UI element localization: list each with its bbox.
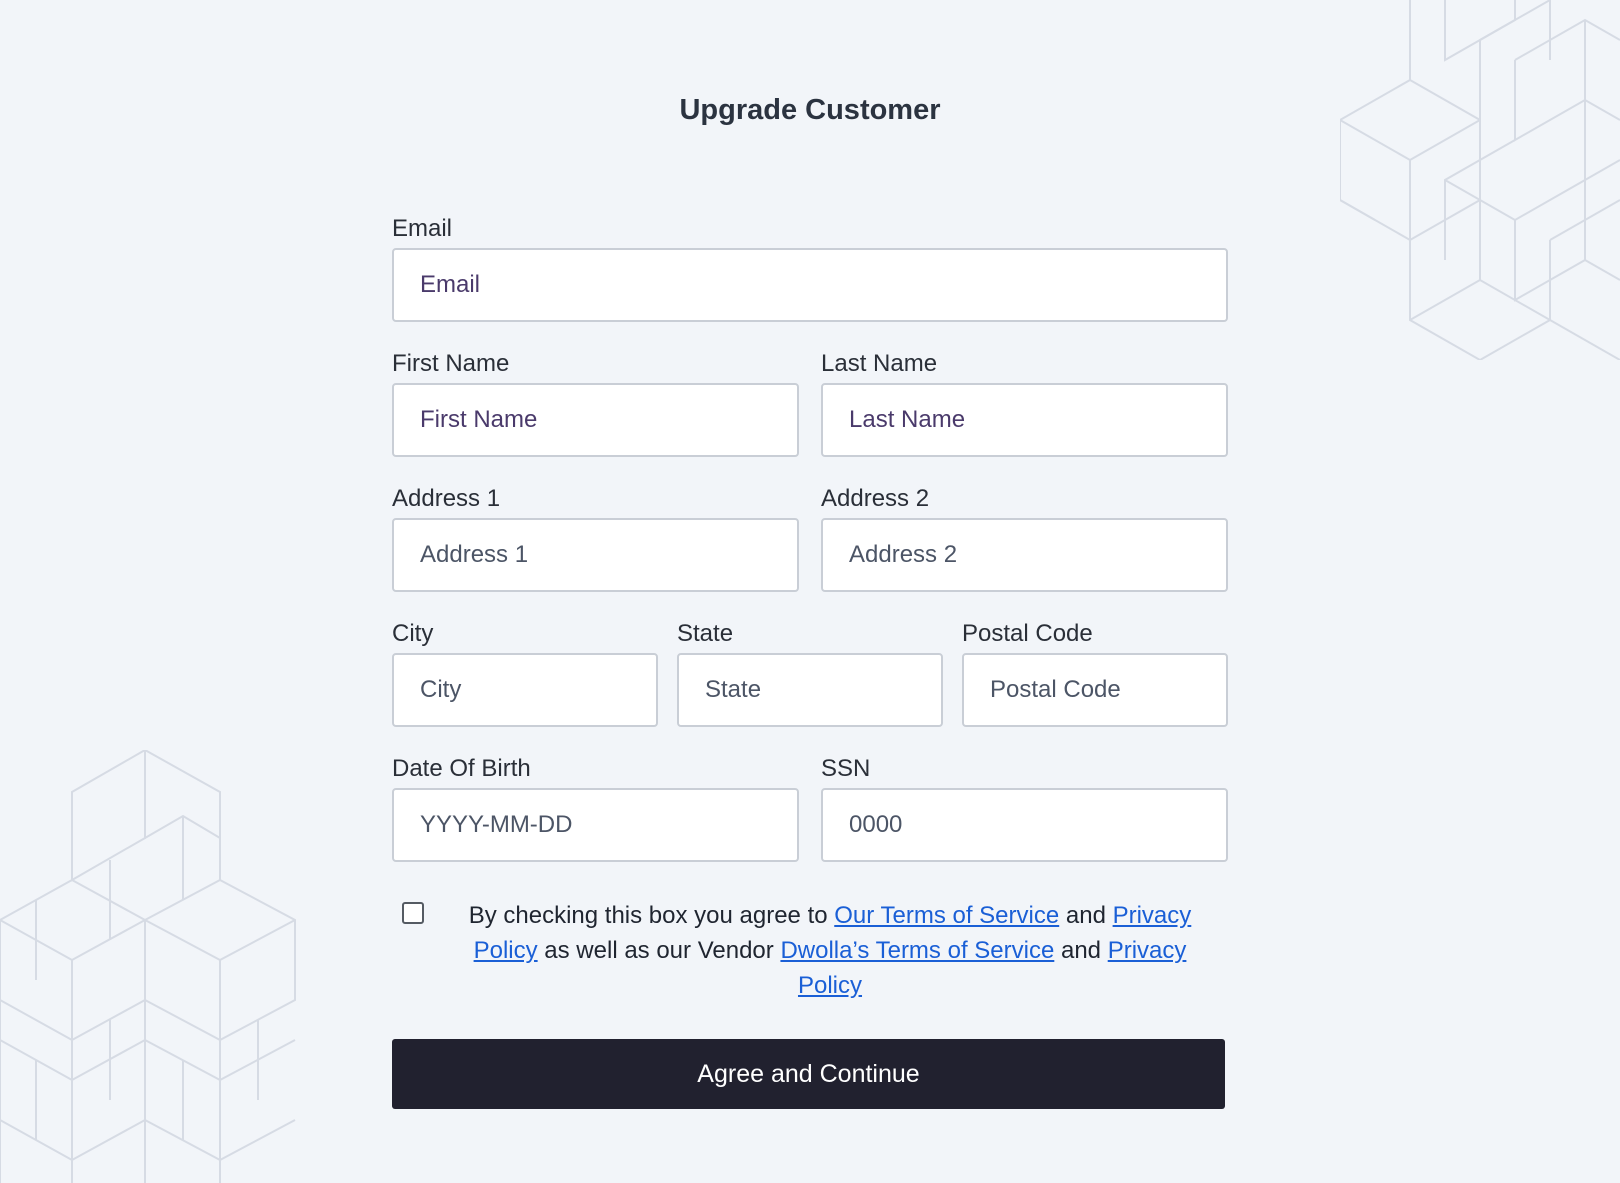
email-field-group: Email — [392, 214, 1228, 322]
city-input[interactable] — [392, 653, 658, 727]
last-name-field-group: Last Name — [821, 349, 1228, 457]
email-input[interactable] — [392, 248, 1228, 322]
ssn-field-group: SSN — [821, 754, 1228, 862]
consent-text-and: and — [1054, 937, 1108, 964]
consent-section: By checking this box you agree to Our Te… — [392, 898, 1228, 1003]
email-label: Email — [392, 215, 453, 242]
ssn-label: SSN — [821, 755, 871, 782]
dob-input[interactable] — [392, 788, 799, 862]
address2-input[interactable] — [821, 518, 1228, 592]
address2-label: Address 2 — [821, 485, 930, 512]
address1-field-group: Address 1 — [392, 484, 799, 592]
agree-and-continue-button[interactable]: Agree and Continue — [392, 1039, 1225, 1109]
first-name-field-group: First Name — [392, 349, 799, 457]
postal-code-field-group: Postal Code — [962, 619, 1228, 727]
address1-label: Address 1 — [392, 485, 501, 512]
state-input[interactable] — [677, 653, 943, 727]
city-label: City — [392, 620, 434, 647]
dob-field-group: Date Of Birth — [392, 754, 799, 862]
postal-code-input[interactable] — [962, 653, 1228, 727]
first-name-label: First Name — [392, 350, 510, 377]
postal-code-label: Postal Code — [962, 620, 1093, 647]
last-name-input[interactable] — [821, 383, 1228, 457]
consent-checkbox[interactable] — [402, 902, 424, 924]
ssn-input[interactable] — [821, 788, 1228, 862]
form-row-email: Email — [392, 214, 1228, 322]
our-terms-link[interactable]: Our Terms of Service — [834, 902, 1059, 929]
consent-text: By checking this box you agree to Our Te… — [460, 898, 1200, 1003]
consent-text-and: and — [1059, 902, 1113, 929]
background-pattern-top-right — [1340, 0, 1620, 360]
form-row-location: City State Postal Code — [392, 619, 1228, 727]
upgrade-customer-form: Email First Name Last Name Address 1 Add… — [392, 214, 1228, 1109]
dob-label: Date Of Birth — [392, 755, 531, 782]
last-name-label: Last Name — [821, 350, 938, 377]
consent-text-intro: By checking this box you agree to — [468, 902, 835, 929]
background-pattern-bottom-left — [0, 750, 300, 1183]
address1-input[interactable] — [392, 518, 799, 592]
address2-field-group: Address 2 — [821, 484, 1228, 592]
dwolla-terms-link[interactable]: Dwolla’s Terms of Service — [780, 937, 1054, 964]
first-name-input[interactable] — [392, 383, 799, 457]
form-row-identity: Date Of Birth SSN — [392, 754, 1228, 862]
state-label: State — [677, 620, 734, 647]
form-row-name: First Name Last Name — [392, 349, 1228, 457]
state-field-group: State — [677, 619, 943, 727]
city-field-group: City — [392, 619, 658, 727]
page-title: Upgrade Customer — [679, 94, 941, 126]
form-row-address: Address 1 Address 2 — [392, 484, 1228, 592]
consent-text-vendor: as well as our Vendor — [537, 937, 781, 964]
